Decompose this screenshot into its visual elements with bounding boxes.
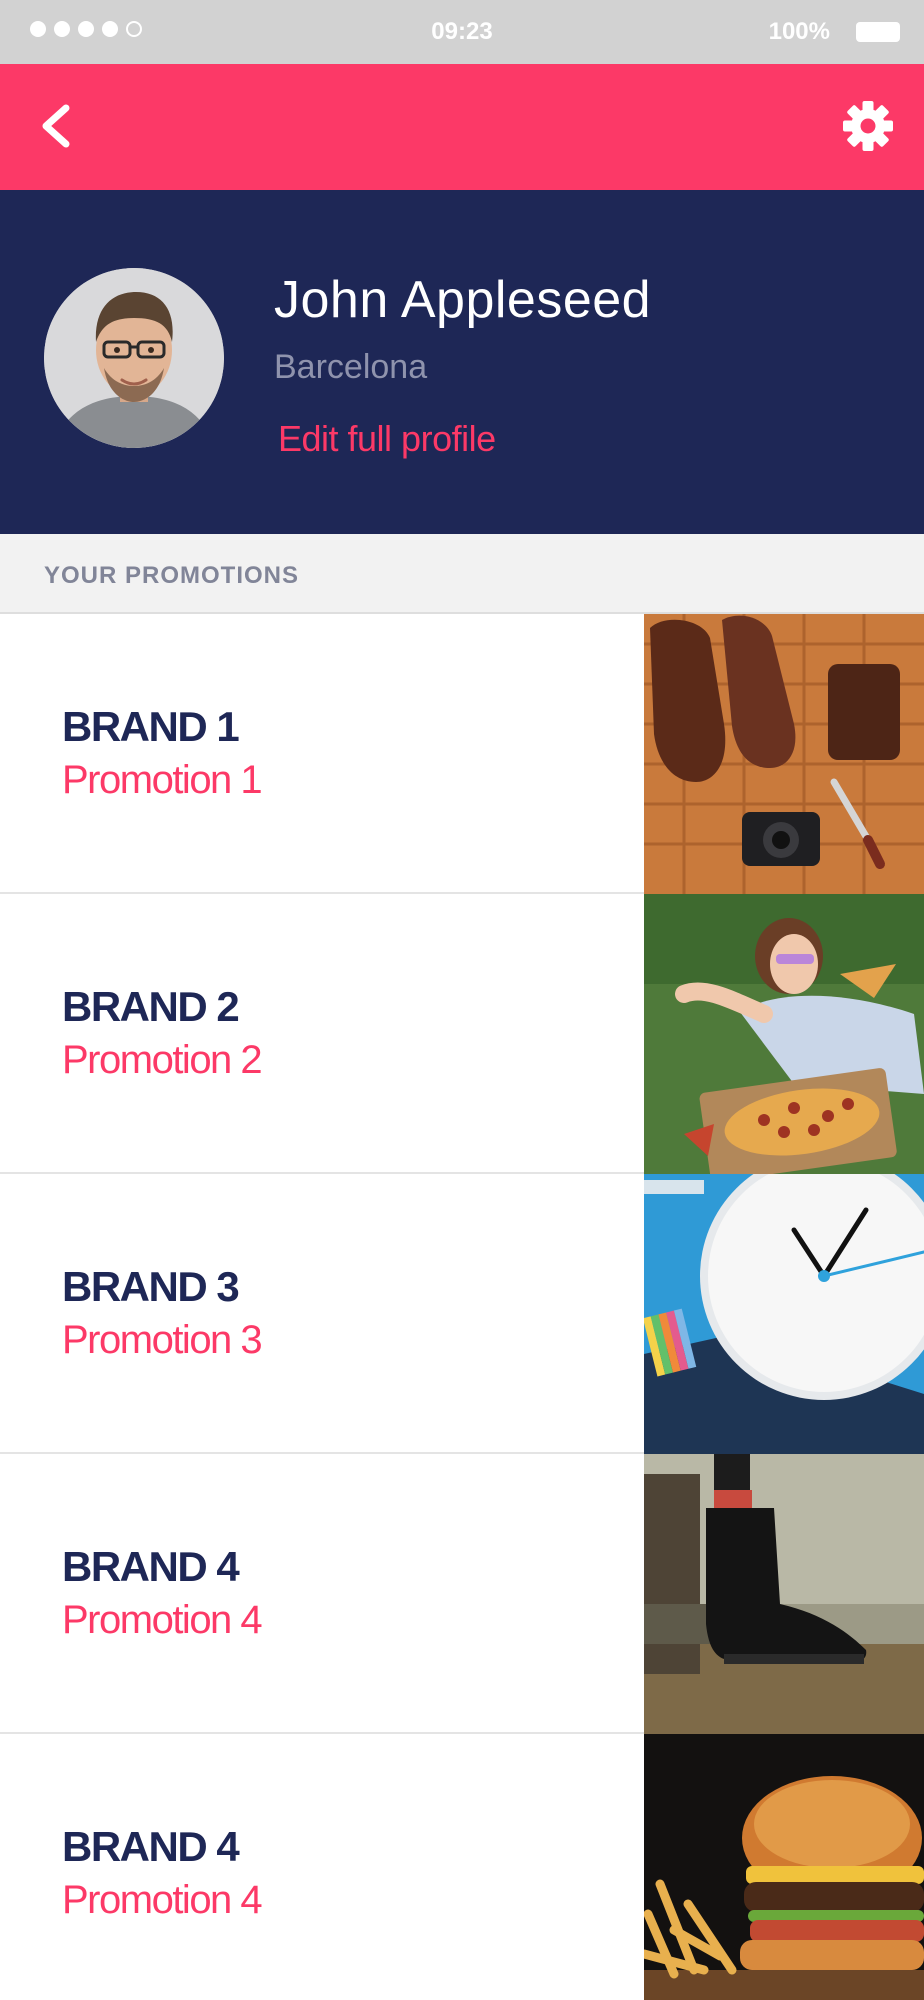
promotion-brand: BRAND 2 [62, 983, 240, 1030]
boot-jumping-photo [644, 1454, 924, 1734]
promotions-section-header: YOUR PROMOTIONS [0, 534, 924, 614]
nav-bar [0, 64, 924, 190]
promotion-brand: BRAND 4 [62, 1543, 240, 1590]
chevron-left-icon [42, 104, 70, 148]
girl-with-pizza-photo [644, 894, 924, 1174]
profile-name: John Appleseed [274, 271, 652, 329]
promotion-name: Promotion 4 [62, 1878, 263, 1922]
promotion-item[interactable]: BRAND 4 Promotion 4 [0, 1454, 924, 1734]
promotion-text: BRAND 1 Promotion 1 [62, 700, 263, 806]
wall-clock-photo [644, 1174, 924, 1454]
promotion-text: BRAND 4 Promotion 4 [62, 1540, 263, 1646]
back-button[interactable] [24, 94, 88, 158]
promotion-name: Promotion 2 [62, 1038, 263, 1082]
boots-and-camera-photo [644, 614, 924, 894]
promotion-name: Promotion 3 [62, 1318, 263, 1362]
promotion-item[interactable]: BRAND 4 Promotion 4 [0, 1734, 924, 2000]
status-bar: 09:23 100% [0, 0, 924, 64]
promotion-brand: BRAND 4 [62, 1823, 240, 1870]
edit-profile-link[interactable]: Edit full profile [278, 418, 496, 460]
promotion-text: BRAND 2 Promotion 2 [62, 980, 263, 1086]
promotion-name: Promotion 4 [62, 1598, 263, 1642]
settings-button[interactable] [836, 94, 900, 158]
promotion-brand: BRAND 1 [62, 703, 240, 750]
avatar[interactable] [44, 268, 224, 448]
battery-icon [856, 22, 900, 42]
promotion-name: Promotion 1 [62, 758, 263, 802]
promotion-item[interactable]: BRAND 3 Promotion 3 [0, 1174, 924, 1454]
profile-header: John Appleseed Barcelona Edit full profi… [0, 190, 924, 534]
profile-city: Barcelona [274, 348, 428, 386]
gear-icon [843, 101, 893, 151]
promotion-text: BRAND 4 Promotion 4 [62, 1820, 263, 1926]
promotions-list: BRAND 1 Promotion 1 BRAND 2 Promotion 2 … [0, 614, 924, 2000]
promotion-text: BRAND 3 Promotion 3 [62, 1260, 263, 1366]
promotion-item[interactable]: BRAND 2 Promotion 2 [0, 894, 924, 1174]
burger-and-fries-photo [644, 1734, 924, 2000]
battery-percentage: 100% [768, 18, 830, 45]
section-title: YOUR PROMOTIONS [44, 562, 300, 589]
promotion-brand: BRAND 3 [62, 1263, 240, 1310]
promotion-item[interactable]: BRAND 1 Promotion 1 [0, 614, 924, 894]
profile-photo [44, 268, 224, 448]
